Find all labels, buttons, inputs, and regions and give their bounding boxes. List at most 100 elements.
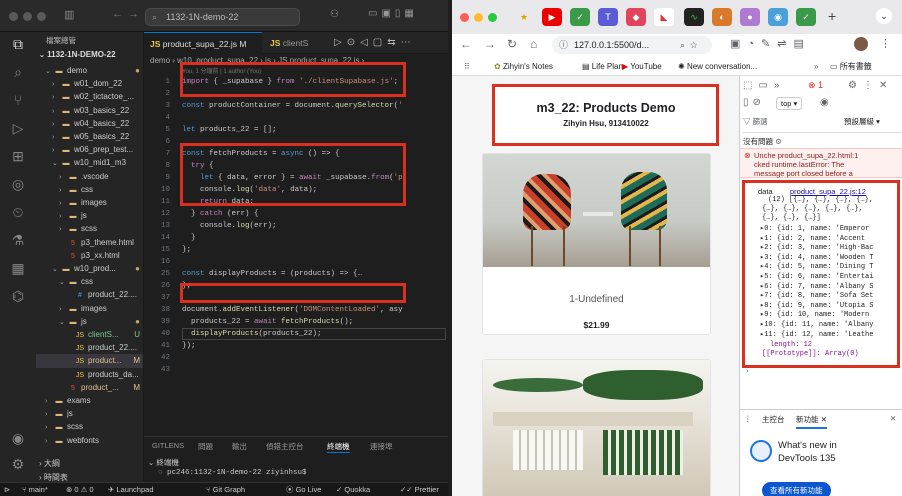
bookmark-life-plan[interactable]: ▤ Life Plan bbox=[582, 58, 623, 76]
sidebar-toggle-icon[interactable]: ▥ bbox=[64, 8, 74, 21]
tree-item[interactable]: › ▬ js bbox=[36, 209, 143, 223]
tab-app-icon[interactable]: ✓ bbox=[570, 8, 590, 26]
all-bookmarks[interactable]: ▭ 所有書籤 bbox=[830, 58, 872, 76]
explorer-root[interactable]: ⌄ 1132-1N-DEMO-22 bbox=[39, 50, 116, 59]
code-line[interactable]: }; bbox=[182, 244, 191, 256]
close-window-button[interactable] bbox=[460, 13, 469, 22]
code-line[interactable]: const displayProducts = (products) => {… bbox=[182, 268, 362, 280]
tab-teams-icon[interactable]: T bbox=[598, 8, 618, 26]
tree-item[interactable]: › ▬ w06_prep_test... bbox=[36, 143, 143, 157]
tree-item[interactable]: › ▬ exams bbox=[36, 394, 143, 408]
tree-item[interactable]: › ▬ w01_dom_22 bbox=[36, 77, 143, 91]
tree-item[interactable]: › ▬ js bbox=[36, 407, 143, 421]
copilot-icon[interactable]: ⚇ bbox=[330, 9, 339, 20]
tree-item[interactable]: JS product... M bbox=[36, 354, 143, 369]
code-line[interactable]: } bbox=[182, 232, 196, 244]
back-arrow-icon[interactable]: ← bbox=[112, 8, 123, 20]
search-icon[interactable]: ⌕ bbox=[10, 64, 26, 80]
devtools-settings-icons[interactable]: ⚙⋮✕ bbox=[848, 80, 893, 91]
filter-input[interactable]: ▽ 篩選 bbox=[743, 116, 807, 127]
error-line[interactable]: Unche product_supa_22.html:1 bbox=[754, 151, 858, 160]
code-line[interactable]: products_22 = await fetchProducts(); bbox=[182, 316, 353, 328]
tree-item[interactable]: › ▬ .vscode bbox=[36, 170, 143, 184]
menu-kebab-icon[interactable]: ⋮ bbox=[880, 37, 891, 50]
problems-status[interactable]: ⊗ 0 ⚠ 0 bbox=[66, 483, 94, 496]
explorer-icon[interactable]: ⧉ bbox=[10, 36, 26, 52]
new-tab-icon[interactable]: + bbox=[828, 8, 836, 24]
panel-tab[interactable]: 問題 bbox=[198, 441, 213, 452]
tree-item[interactable]: › ▬ images bbox=[36, 196, 143, 210]
code-line[interactable]: } catch (err) { bbox=[182, 208, 259, 220]
minimize-window-button[interactable] bbox=[474, 13, 483, 22]
tab-planet-icon[interactable]: ● bbox=[740, 8, 760, 26]
tree-item[interactable]: › ▬ images bbox=[36, 302, 143, 316]
drawer-menu-icon[interactable]: ⋮ bbox=[744, 414, 752, 423]
branch-status[interactable]: ⑂ main* bbox=[22, 483, 48, 496]
tab-app2-icon[interactable]: ✓ bbox=[796, 8, 816, 26]
extension-icons[interactable]: ▣◔✎⇌▤ bbox=[730, 37, 811, 50]
extensions-icon[interactable]: ⊞ bbox=[10, 148, 26, 164]
tree-item[interactable]: › ▬ w05_basics_22 bbox=[36, 130, 143, 144]
forward-arrow-icon[interactable]: → bbox=[484, 37, 496, 51]
go-live-status[interactable]: ⦿ Go Live bbox=[286, 483, 321, 496]
code-line[interactable]: document.addEventListener('DOMContentLoa… bbox=[182, 304, 403, 316]
close-window-button[interactable] bbox=[9, 12, 18, 21]
tab-product-supa[interactable]: JS product_supa_22.js M bbox=[144, 32, 262, 54]
panel-tab[interactable]: 終端機 bbox=[327, 441, 350, 453]
bookmarks-overflow-icon[interactable]: » bbox=[814, 58, 818, 76]
tree-item[interactable]: # product_22.... bbox=[36, 288, 143, 302]
tree-item[interactable]: 5 p3_theme.html bbox=[36, 236, 143, 250]
tree-item[interactable]: 5 p3_xx.html bbox=[36, 249, 143, 263]
tab-ai-icon[interactable]: ◉ bbox=[768, 8, 788, 26]
outline-section[interactable]: › 大綱 bbox=[39, 458, 60, 469]
apps-grid-icon[interactable]: ⠿ bbox=[464, 58, 470, 76]
tree-item[interactable]: 5 product_... M bbox=[36, 381, 143, 395]
code-line[interactable]: let products_22 = []; bbox=[182, 124, 277, 136]
product-card[interactable]: 1-Undefined $21.99 bbox=[482, 153, 711, 335]
account-icon[interactable]: ◉ bbox=[10, 430, 26, 446]
home-icon[interactable]: ⌂ bbox=[530, 37, 537, 51]
tab-active-icon[interactable]: ◣ bbox=[654, 8, 674, 26]
manage-gear-icon[interactable]: ⚙ bbox=[10, 456, 26, 472]
panel-tab[interactable]: 輸出 bbox=[232, 441, 247, 452]
panel-tab[interactable]: 偵錯主控台 bbox=[266, 441, 304, 452]
bookmark-zihyin-notes[interactable]: ✿ Zihyin's Notes bbox=[494, 58, 553, 76]
levels-select[interactable]: 預設層級 ▾ bbox=[844, 116, 880, 127]
terminal-header[interactable]: ⌄ 終端機 bbox=[148, 457, 179, 468]
tree-item[interactable]: ⌄ ▬ js ● bbox=[36, 315, 143, 329]
code-line[interactable]: }); bbox=[182, 340, 196, 352]
bookmark-new-conversation[interactable]: ✺ New conversation... bbox=[678, 58, 757, 76]
tree-item[interactable]: › ▬ scss bbox=[36, 222, 143, 236]
run-debug-icon[interactable]: ▷ bbox=[10, 120, 26, 136]
tree-item[interactable]: › ▬ webfonts bbox=[36, 434, 143, 448]
bookmark-youtube[interactable]: ▶ YouTube bbox=[622, 58, 662, 76]
tree-item[interactable]: › ▬ scss bbox=[36, 420, 143, 434]
code-line[interactable]: console.log(err); bbox=[182, 220, 277, 232]
tab-doc-icon[interactable]: ◆ bbox=[626, 8, 646, 26]
drawer-tab-console[interactable]: 主控台 bbox=[762, 414, 785, 425]
forward-arrow-icon[interactable]: → bbox=[128, 8, 139, 20]
tree-item[interactable]: ⌄ ▬ demo ● bbox=[36, 64, 143, 78]
product-card[interactable] bbox=[482, 359, 711, 496]
tab-star-icon[interactable]: ★ bbox=[514, 8, 534, 26]
devtools-top-icons[interactable]: ⬚▭» bbox=[743, 80, 785, 91]
testing-icon[interactable]: ⚗ bbox=[10, 232, 26, 248]
zoom-window-button[interactable] bbox=[488, 13, 497, 22]
tree-item[interactable]: › ▬ w03_basics_22 bbox=[36, 104, 143, 118]
zoom-bookmark-icons[interactable]: ⌕☆ bbox=[680, 36, 702, 54]
tree-item[interactable]: › ▬ css bbox=[36, 183, 143, 197]
tree-item[interactable]: › ▬ w02_tictactoe_... bbox=[36, 90, 143, 104]
tree-item[interactable]: JS clientS... U bbox=[36, 328, 143, 342]
gitlens-icon[interactable]: ◎ bbox=[10, 176, 26, 192]
prettier-status[interactable]: ✓✓ Prettier bbox=[400, 483, 439, 496]
timeline-section[interactable]: › 時間表 bbox=[39, 472, 68, 482]
timeline-icon[interactable]: ⏲ bbox=[10, 204, 26, 220]
zoom-window-button[interactable] bbox=[37, 12, 46, 21]
git-graph-status[interactable]: ⑂ Git Graph bbox=[206, 483, 245, 496]
avatar[interactable] bbox=[854, 37, 868, 51]
editor-actions[interactable]: ▷⊙◁▢⇆⋯ bbox=[334, 37, 416, 48]
layout-icons[interactable]: ▭▣▯▦ bbox=[368, 8, 418, 19]
tree-item[interactable]: JS product_22.... bbox=[36, 341, 143, 355]
tab-gauge-icon[interactable]: ◐ bbox=[712, 8, 732, 26]
back-arrow-icon[interactable]: ← bbox=[460, 37, 472, 51]
